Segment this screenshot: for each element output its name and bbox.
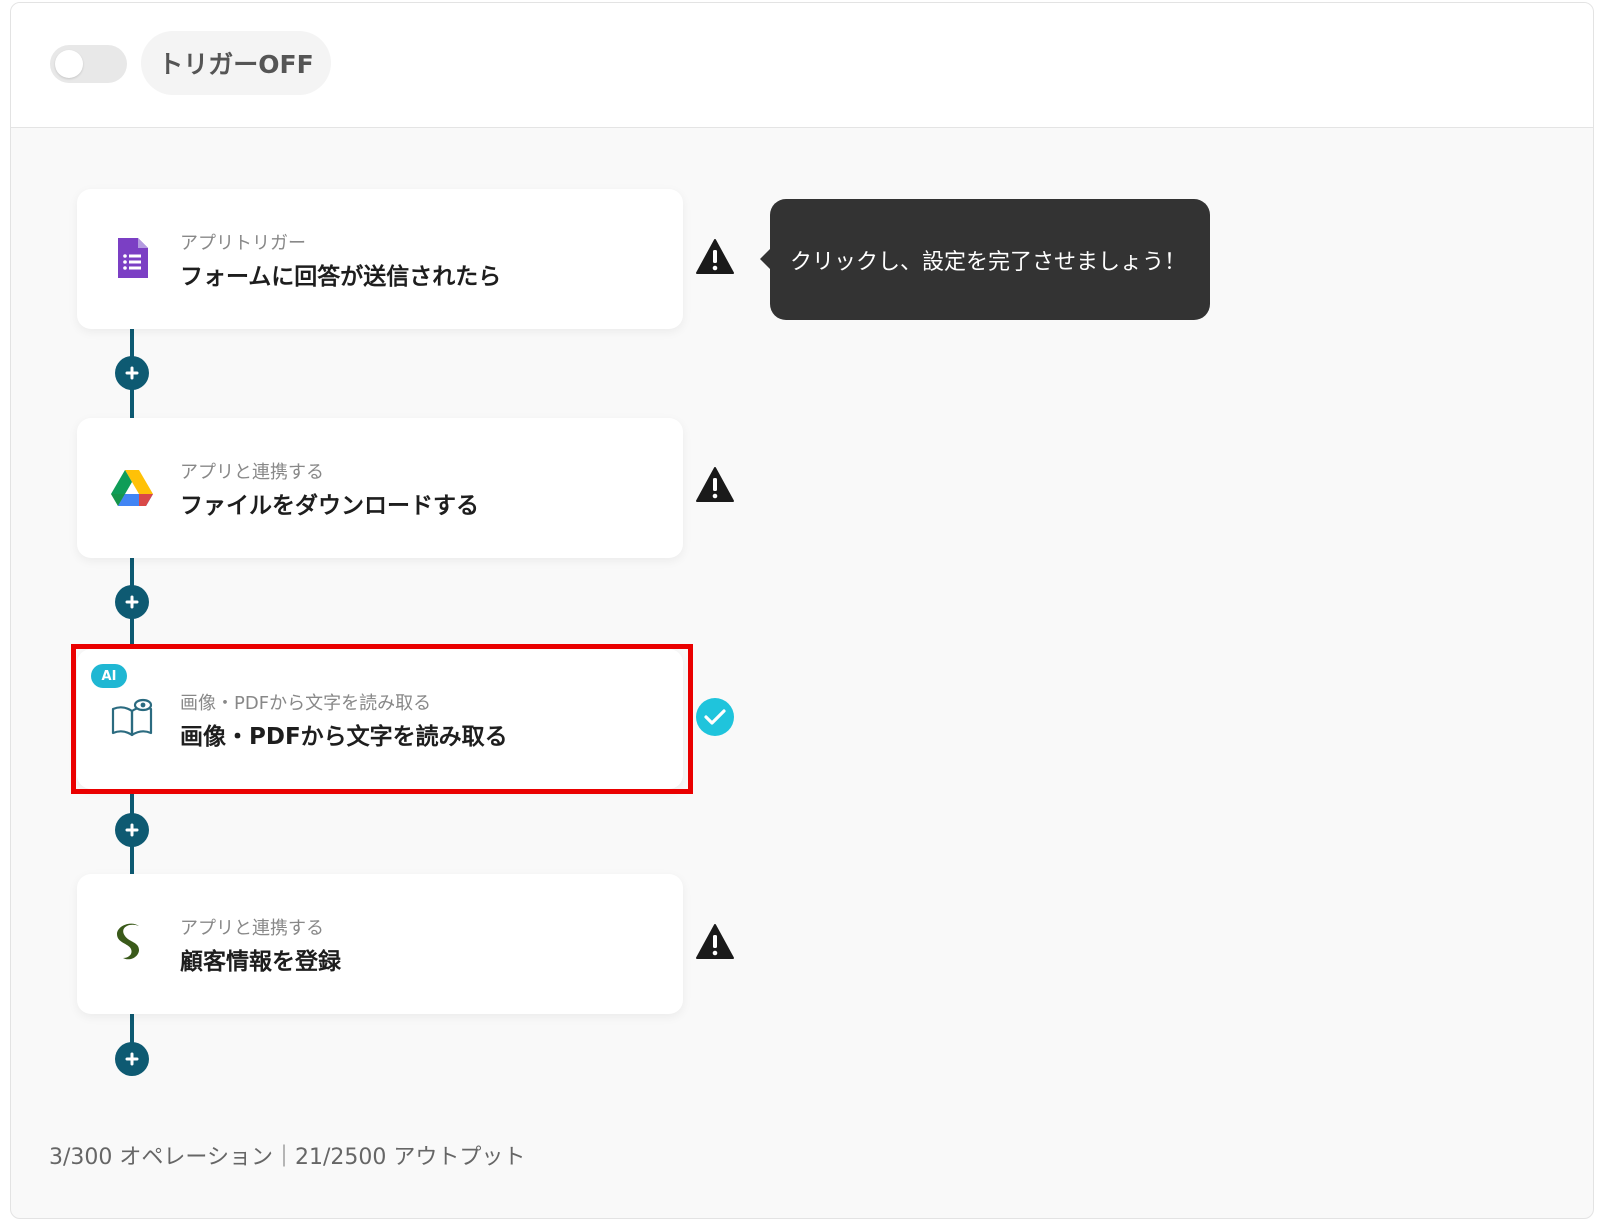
step-subtitle: アプリトリガー [180,233,306,254]
ocr-book-icon [111,698,153,737]
step-title: ファイルをダウンロードする [180,493,479,519]
tooltip-text: クリックし、設定を完了させましょう！ [790,249,1187,275]
step-subtitle: アプリと連携する [180,462,324,483]
header-bar: トリガーOFF [11,3,1593,128]
step-title: 画像・PDFから文字を読み取る [180,724,508,750]
plus-icon [125,823,139,837]
ai-badge: AI [91,664,127,688]
warning-icon [696,924,734,959]
step-subtitle: アプリと連携する [180,918,324,939]
step-card-ocr[interactable]: AI 画像・PDFから文字を読み取る 画像・PDFから文字を読み取る [77,649,683,789]
flow-editor: トリガーOFF アプリトリガー フォームに回答が送信されたら クリックし、設定を… [10,2,1594,1219]
warning-icon [696,239,734,274]
warning-icon [696,467,734,502]
step-title: 顧客情報を登録 [180,949,341,975]
usage-summary: 3/300 オペレーション｜21/2500 アウトプット [49,1145,526,1170]
step-card-register-customer[interactable]: アプリと連携する 顧客情報を登録 [77,874,683,1014]
step-card-form-trigger[interactable]: アプリトリガー フォームに回答が送信されたら [77,189,683,329]
add-step-button[interactable] [115,585,149,619]
google-forms-icon [118,238,148,278]
check-circle-icon [696,698,734,736]
plus-icon [125,595,139,609]
add-step-button[interactable] [115,813,149,847]
step-subtitle: 画像・PDFから文字を読み取る [180,693,432,714]
add-step-button[interactable] [115,1042,149,1076]
plus-icon [125,366,139,380]
setup-tooltip: クリックし、設定を完了させましょう！ [760,199,1210,320]
toggle-knob [55,50,83,78]
plus-icon [125,1052,139,1066]
add-step-button[interactable] [115,356,149,390]
crm-logo-icon [117,923,139,960]
trigger-toggle[interactable] [50,45,127,83]
google-drive-icon [111,470,153,506]
trigger-status-label: トリガーOFF [141,31,331,95]
step-title: フォームに回答が送信されたら [180,264,502,290]
step-card-download-file[interactable]: アプリと連携する ファイルをダウンロードする [77,418,683,558]
